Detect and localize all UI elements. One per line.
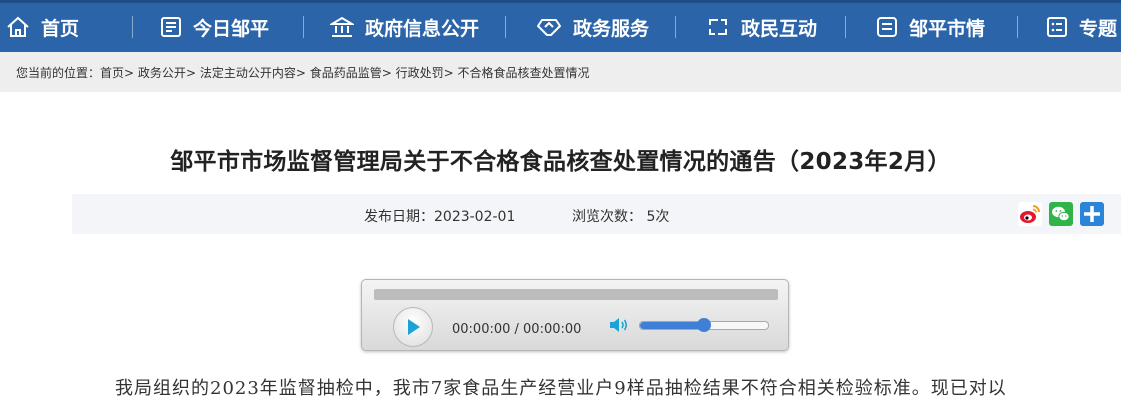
nav-item-label: 首页 [41, 17, 80, 40]
breadcrumb-prefix: 您当前的位置： [16, 66, 101, 80]
volume-slider[interactable] [639, 318, 769, 332]
volume-level [640, 322, 704, 329]
nav-item-label: 政府信息公开 [365, 17, 480, 40]
breadcrumb-item[interactable]: 政务公开 [138, 66, 186, 80]
publish-date-value: 2023-02-01 [434, 209, 516, 225]
government-building-icon [330, 16, 354, 37]
top-navigation: 首页 今日邹平 政府信息公开 政务服务 政民互动 邹平市情 专题 [0, 0, 1121, 52]
breadcrumb-separator: > [381, 66, 392, 80]
nav-item-topics[interactable]: 专题 [1046, 3, 1117, 51]
audio-player: 00:00:00 / 00:00:00 [361, 279, 789, 351]
publish-date-label: 发布日期： [364, 209, 434, 225]
nav-divider [675, 16, 676, 38]
view-count-label: 浏览次数： [572, 209, 642, 225]
breadcrumb-separator: > [443, 66, 454, 80]
nav-item-label: 政民互动 [741, 17, 818, 40]
wechat-share-button[interactable] [1049, 202, 1073, 226]
nav-item-label: 政务服务 [573, 17, 650, 40]
nav-item-services[interactable]: 政务服务 [536, 3, 649, 51]
breadcrumb-item[interactable]: 不合格食品核查处置情况 [458, 66, 590, 80]
nav-divider [845, 16, 846, 38]
breadcrumb-item[interactable]: 行政处罚 [396, 66, 444, 80]
nav-item-today[interactable]: 今日邹平 [160, 3, 269, 51]
audio-progress-bar[interactable] [374, 289, 778, 300]
more-share-button[interactable] [1080, 202, 1104, 226]
audio-time-display: 00:00:00 / 00:00:00 [452, 322, 582, 337]
weibo-share-button[interactable] [1018, 202, 1042, 226]
breadcrumb-separator: > [124, 66, 135, 80]
volume-button[interactable] [609, 317, 629, 337]
breadcrumb-item[interactable]: 食品药品监管 [310, 66, 382, 80]
breadcrumb-separator: > [295, 66, 306, 80]
nav-item-city-info[interactable]: 邹平市情 [876, 3, 985, 51]
nav-item-label: 今日邹平 [193, 17, 270, 40]
publish-date: 发布日期：2023-02-01 [364, 206, 515, 226]
breadcrumb-bar: 您当前的位置：首页> 政务公开> 法定主动公开内容> 食品药品监管> 行政处罚>… [0, 52, 1121, 92]
home-icon [7, 16, 29, 37]
nav-item-label: 专题 [1079, 17, 1118, 40]
interaction-icon [709, 19, 727, 35]
breadcrumb-separator: > [185, 66, 196, 80]
volume-knob[interactable] [697, 318, 711, 332]
breadcrumb-item[interactable]: 首页 [100, 66, 124, 80]
handshake-icon [537, 19, 561, 36]
nav-divider [1017, 16, 1018, 38]
breadcrumb: 您当前的位置：首页> 政务公开> 法定主动公开内容> 食品药品监管> 行政处罚>… [16, 64, 590, 81]
play-icon [408, 319, 420, 335]
more-share-icon [1084, 206, 1100, 222]
nav-item-interaction[interactable]: 政民互动 [706, 3, 817, 51]
weibo-icon [1018, 202, 1042, 226]
breadcrumb-item[interactable]: 法定主动公开内容 [200, 66, 296, 80]
view-count-value: 5次 [646, 209, 670, 225]
nav-divider [505, 16, 506, 38]
article-info-bar: 发布日期：2023-02-01 浏览次数： 5次 [72, 194, 1121, 234]
nav-divider [303, 16, 304, 38]
news-icon [161, 17, 181, 37]
topic-list-icon [1047, 17, 1067, 37]
nav-divider [132, 16, 133, 38]
article-body: 我局组织的2023年监督抽检中，我市7家食品生产经营业户9样品抽检结果不符合相关… [115, 378, 1007, 399]
nav-item-gov-info[interactable]: 政府信息公开 [330, 3, 479, 51]
volume-icon [610, 318, 628, 332]
city-info-icon [877, 17, 897, 37]
nav-item-label: 邹平市情 [909, 17, 986, 40]
nav-item-home[interactable]: 首页 [6, 3, 79, 51]
play-button[interactable] [393, 307, 433, 347]
wechat-icon [1052, 206, 1070, 222]
view-count: 浏览次数： 5次 [572, 206, 669, 226]
page-title: 邹平市市场监督管理局关于不合格食品核查处置情况的通告（2023年2月） [170, 149, 951, 175]
